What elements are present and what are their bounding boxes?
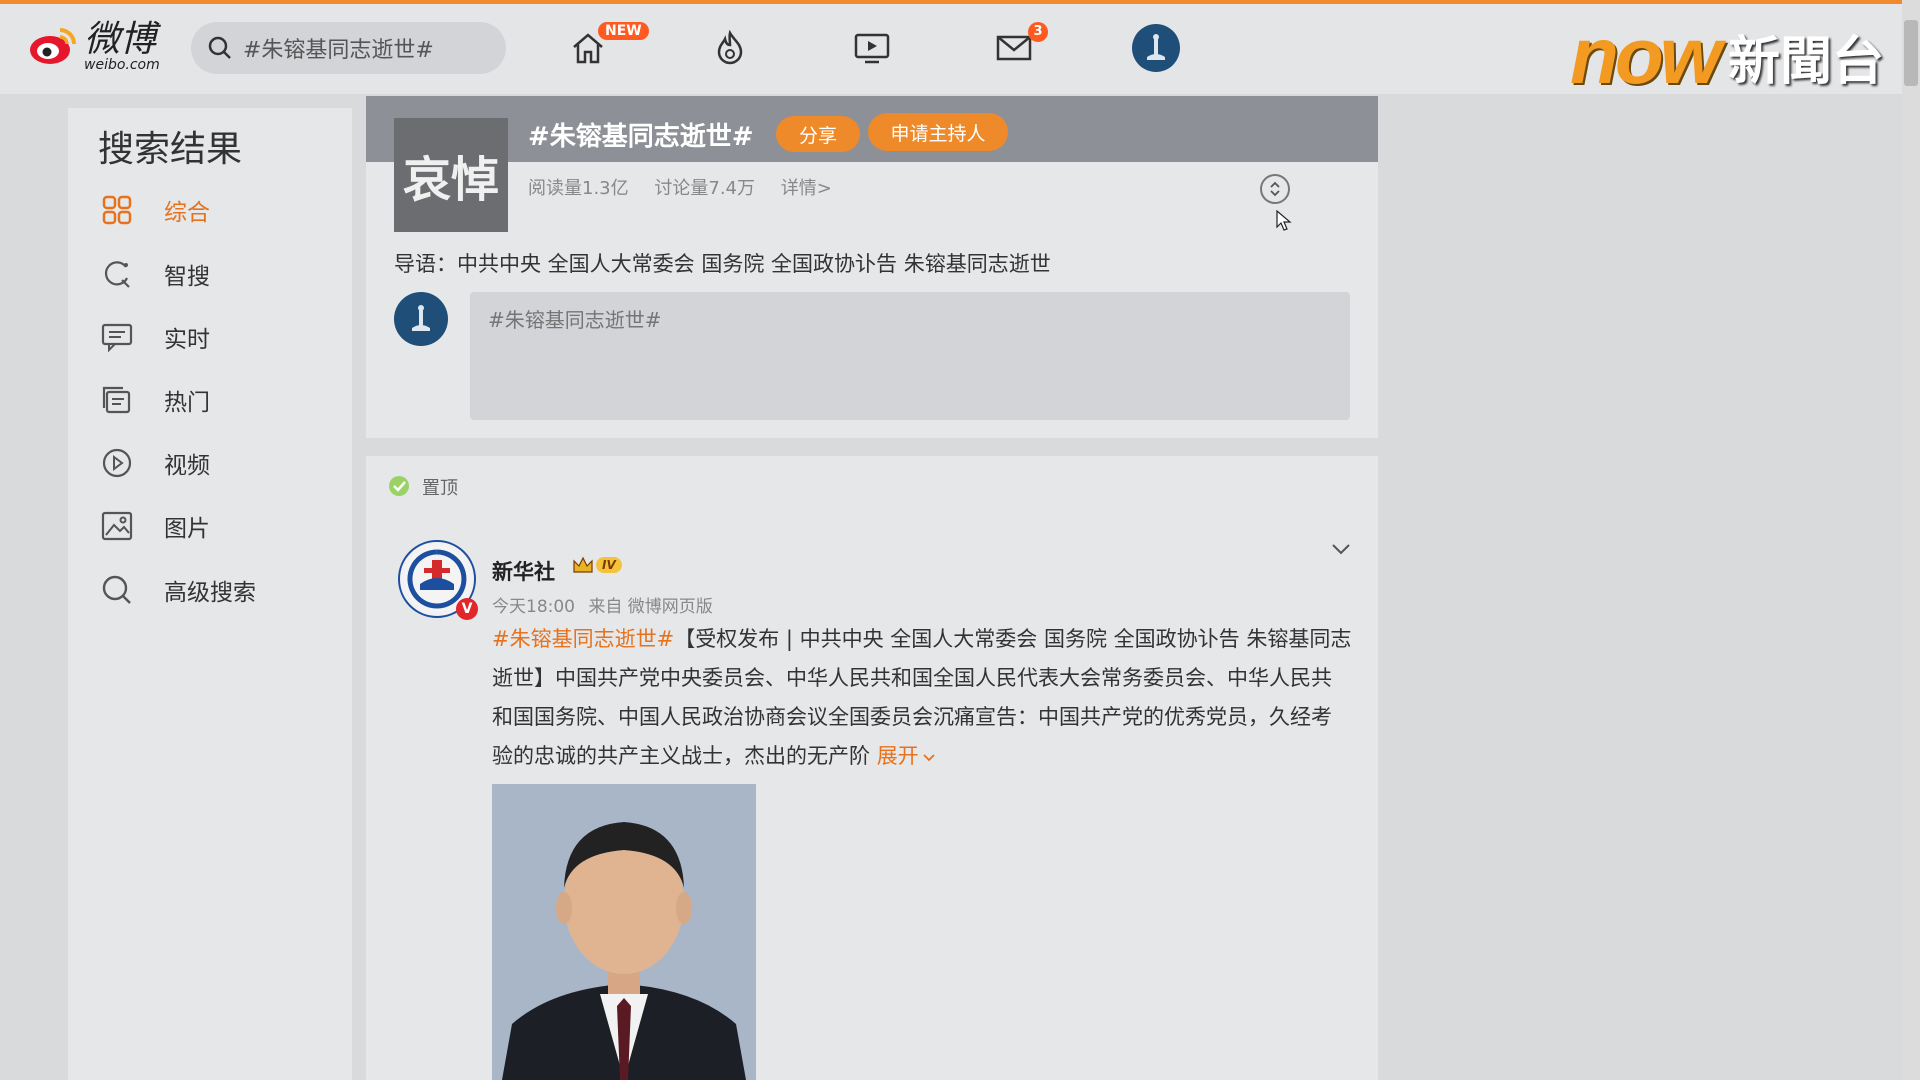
- post-menu-button[interactable]: [1326, 534, 1356, 564]
- search-input[interactable]: [241, 34, 485, 62]
- post-hashtag-link[interactable]: #朱镕基同志逝世#: [492, 627, 674, 651]
- pin-icon: [389, 476, 409, 496]
- scrollbar-thumb[interactable]: [1904, 20, 1918, 86]
- sidebar-item-label: 实时: [164, 327, 210, 353]
- chevron-up-down-icon: [1270, 181, 1280, 197]
- search-icon[interactable]: [205, 33, 235, 63]
- sidebar-item-advanced-search[interactable]: 高级搜索: [100, 566, 256, 614]
- watermark-channel: 新聞台: [1727, 31, 1884, 92]
- toggle-expand-button[interactable]: [1260, 174, 1290, 204]
- vip-badge[interactable]: IV: [572, 556, 622, 574]
- realtime-icon: [100, 320, 134, 354]
- mouse-cursor-icon: [1276, 210, 1292, 231]
- sidebar-item-label: 热门: [164, 390, 210, 416]
- tv-icon: [854, 33, 890, 64]
- post-source: 来自 微博网页版: [588, 597, 713, 617]
- smart-search-icon: [100, 257, 134, 291]
- sidebar-item-label: 图片: [164, 516, 210, 542]
- chevron-down-icon: [923, 754, 935, 762]
- advanced-search-icon: [100, 573, 134, 607]
- grid-icon: [100, 193, 134, 227]
- search-box[interactable]: [191, 22, 506, 74]
- expand-label: 展开: [876, 744, 919, 768]
- feed-card: 置顶 V 新华社 IV 今天18:00 来自 微博网页版 #朱镕基同志逝世#【受…: [366, 456, 1378, 1080]
- details-link[interactable]: 详情>: [781, 178, 832, 199]
- topic-thumbnail-text: 哀悼: [402, 152, 499, 208]
- emblem-icon: [1147, 34, 1165, 60]
- post-composer-input[interactable]: [470, 292, 1350, 420]
- page-scrollbar[interactable]: [1902, 0, 1920, 1080]
- post-time[interactable]: 今天18:00: [492, 597, 575, 617]
- image-icon: [100, 509, 134, 543]
- crown-icon: [573, 556, 593, 573]
- logo-text: 微博: [84, 19, 157, 60]
- expand-post-link[interactable]: 展开: [877, 744, 936, 768]
- portrait-photo: [492, 784, 756, 1080]
- sidebar-item-hot[interactable]: 热门: [100, 376, 210, 424]
- flame-icon: [717, 30, 743, 65]
- weibo-eye-icon: [30, 28, 76, 64]
- post-photo[interactable]: [492, 784, 756, 1080]
- sidebar-item-label: 高级搜索: [164, 580, 256, 606]
- topic-intro: 导语：中共中央 全国人大常委会 国务院 全国政协讣告 朱镕基同志逝世: [394, 252, 1051, 276]
- topic-title[interactable]: #朱镕基同志逝世#: [528, 116, 754, 153]
- broadcaster-watermark: now 新聞台: [1570, 16, 1884, 96]
- home-new-badge: NEW: [598, 22, 649, 40]
- apply-host-button[interactable]: 申请主持人: [868, 113, 1008, 151]
- composer-avatar: [394, 292, 448, 346]
- topic-card: 哀悼 #朱镕基同志逝世# 分享 申请主持人 阅读量1.3亿 讨论量7.4万 详情…: [366, 96, 1378, 438]
- topic-stats: 阅读量1.3亿 讨论量7.4万 详情>: [528, 174, 852, 200]
- logo-domain: weibo.com: [84, 57, 160, 73]
- mail-count-badge: 3: [1028, 22, 1048, 42]
- hot-icon: [100, 383, 134, 417]
- watermark-brand: now: [1570, 11, 1722, 100]
- sidebar-item-images[interactable]: 图片: [100, 502, 210, 550]
- verified-badge-icon: V: [456, 598, 478, 620]
- sidebar-item-comprehensive[interactable]: 综合: [100, 186, 210, 234]
- mail-icon: [996, 35, 1032, 61]
- hot-nav-button[interactable]: [708, 28, 752, 68]
- read-count: 阅读量1.3亿: [528, 178, 629, 199]
- sidebar-item-smart-search[interactable]: 智搜: [100, 250, 210, 298]
- search-filter-sidebar: 搜索结果 综合 智搜 实时 热门 视频 图片 高级搜索: [68, 108, 352, 1080]
- sidebar-item-label: 综合: [164, 200, 210, 226]
- sidebar-item-label: 视频: [164, 453, 210, 479]
- sidebar-title: 搜索结果: [98, 129, 243, 170]
- pinned-indicator: 置顶: [386, 474, 458, 500]
- post-meta: 今天18:00 来自 微博网页版: [492, 592, 713, 617]
- user-avatar[interactable]: [1132, 24, 1180, 72]
- discussion-count: 讨论量7.4万: [654, 178, 756, 199]
- video-icon: [100, 446, 134, 480]
- sidebar-item-realtime[interactable]: 实时: [100, 313, 210, 361]
- share-button[interactable]: 分享: [776, 116, 860, 152]
- weibo-logo[interactable]: 微博 weibo.com: [28, 22, 160, 72]
- post-author-name[interactable]: 新华社: [492, 556, 555, 586]
- emblem-icon: [412, 305, 430, 331]
- sidebar-item-video[interactable]: 视频: [100, 439, 210, 487]
- topic-thumbnail[interactable]: 哀悼: [394, 118, 508, 232]
- video-nav-button[interactable]: [850, 28, 894, 68]
- pinned-label: 置顶: [422, 478, 458, 499]
- sidebar-item-label: 智搜: [164, 264, 210, 290]
- vip-level: IV: [596, 557, 622, 573]
- chevron-down-icon: [1332, 544, 1350, 555]
- post-body: #朱镕基同志逝世#【受权发布 | 中共中央 全国人大常委会 国务院 全国政协讣告…: [492, 620, 1352, 776]
